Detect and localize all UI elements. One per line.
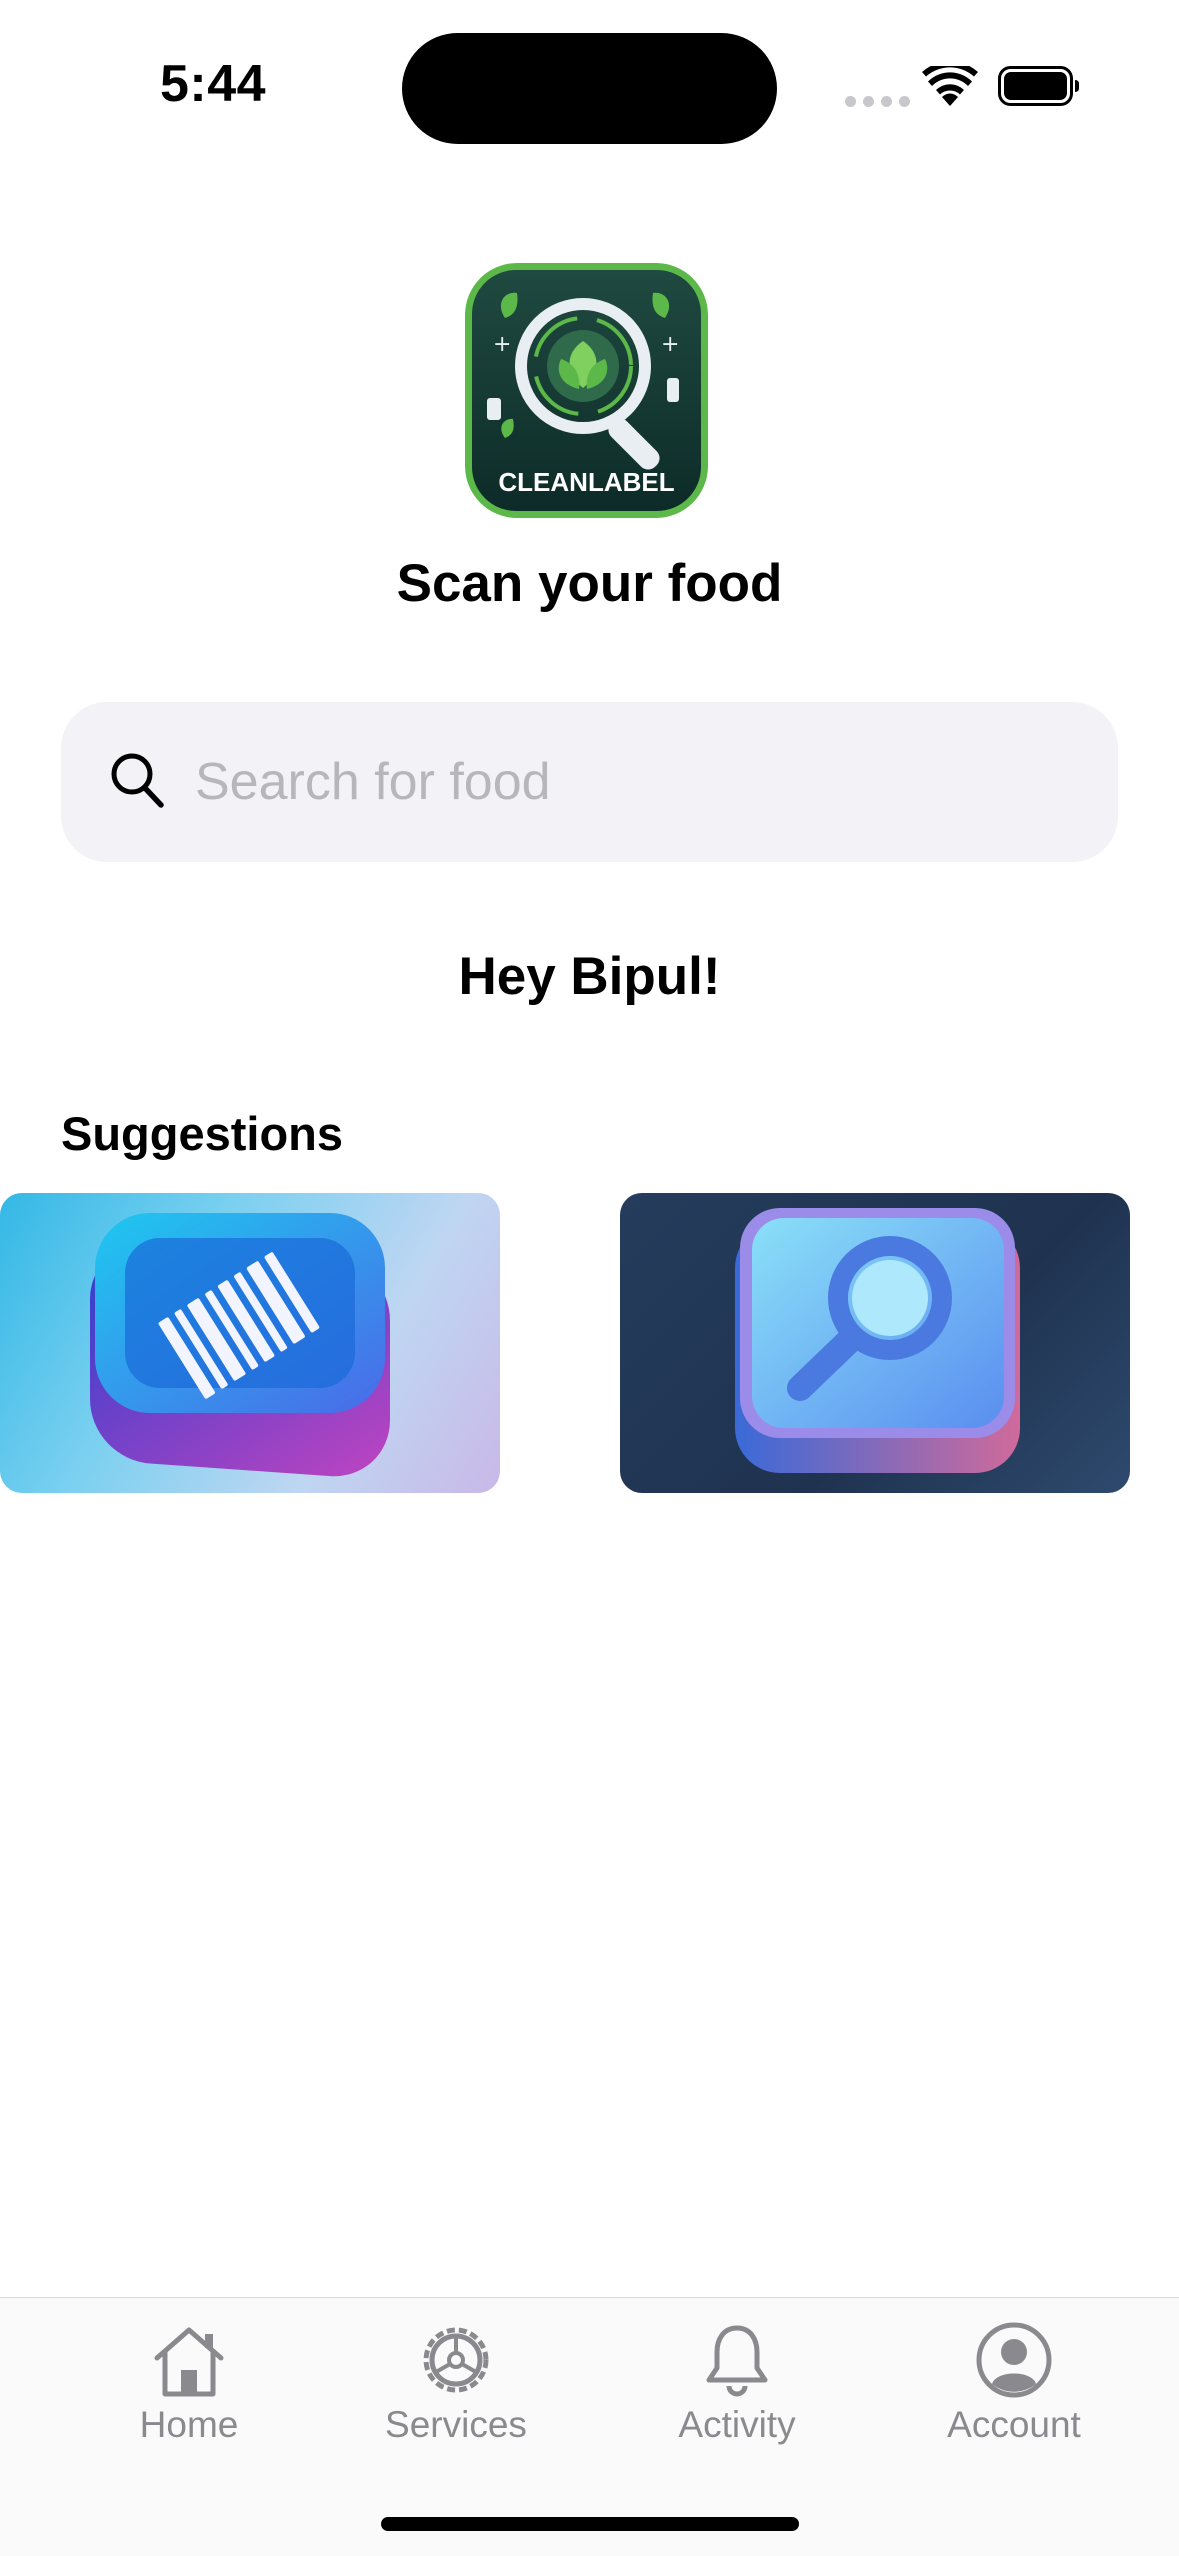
bell-icon [706,2325,768,2397]
app-logo: + + CLEANLABEL [465,263,708,518]
svg-text:+: + [661,332,679,357]
suggestion-card-barcode[interactable] [0,1193,500,1493]
house-icon [154,2327,224,2397]
tab-account[interactable]: Account [914,2320,1114,2446]
home-screen: 5:44 + + CLEANLABEL Scan your food Searc… [0,0,1179,2556]
person-circle-icon [976,2322,1052,2398]
suggestion-card-search[interactable] [620,1193,1130,1493]
status-time: 5:44 [160,55,267,113]
dynamic-island [402,33,777,144]
cellular-signal-icon [845,96,910,107]
tab-activity[interactable]: Activity [637,2320,837,2446]
barcode-scan-icon [90,1213,390,1477]
tab-activity-label: Activity [678,2404,796,2445]
suggestions-heading: Suggestions [61,1107,344,1160]
page-title: Scan your food [396,554,783,613]
tab-services-label: Services [385,2404,527,2445]
greeting-text: Hey Bipul! [458,947,721,1006]
search-icon [111,753,164,808]
logo-wordmark: CLEANLABEL [498,467,674,497]
tab-account-label: Account [947,2404,1081,2445]
battery-icon [998,66,1079,106]
tab-home-label: Home [139,2404,239,2445]
home-indicator[interactable] [381,2517,799,2531]
tab-services[interactable]: Services [356,2320,556,2446]
search-input[interactable] [195,740,1075,824]
tab-home[interactable]: Home [89,2320,289,2446]
wifi-icon [922,66,978,106]
magnifier-search-icon [735,1208,1020,1473]
gear-icon [423,2327,489,2393]
svg-text:+: + [493,332,511,357]
